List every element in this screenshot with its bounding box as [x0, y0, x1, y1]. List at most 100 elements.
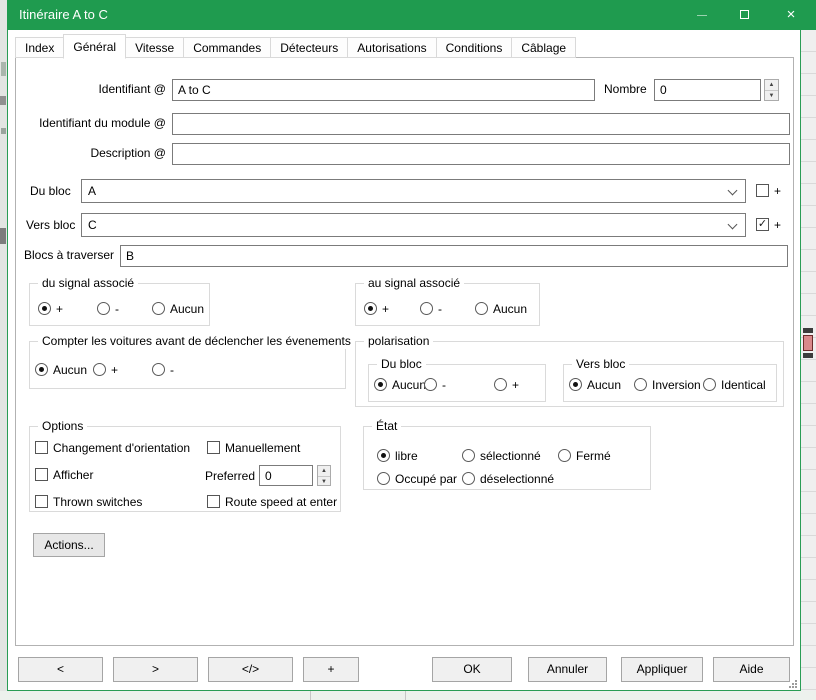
- annuler-button[interactable]: Annuler: [528, 657, 607, 682]
- radio-icon: [424, 378, 437, 391]
- actions-button[interactable]: Actions...: [33, 533, 105, 557]
- resize-grip[interactable]: [789, 680, 797, 688]
- radio-etat-occupe-par[interactable]: Occupé par: [377, 471, 457, 486]
- checkbox-label: Afficher: [53, 468, 93, 482]
- titlebar[interactable]: Itinéraire A to C ×: [7, 0, 816, 30]
- radio-selected-icon: [38, 302, 51, 315]
- radio-label: +: [512, 378, 519, 392]
- tab-cablage[interactable]: Câblage: [511, 37, 576, 58]
- radio-du-signal-minus[interactable]: -: [97, 301, 119, 316]
- nombre-spinner[interactable]: ▲▼: [764, 79, 779, 101]
- background-window-right-sliver: [801, 30, 816, 691]
- radio-label: +: [382, 302, 389, 316]
- radio-etat-selectionne[interactable]: sélectionné: [462, 448, 541, 463]
- group-compter: Compter les voitures avant de déclencher…: [29, 341, 346, 389]
- radio-etat-libre[interactable]: libre: [377, 448, 418, 463]
- minimize-button[interactable]: [682, 0, 722, 30]
- radio-du-signal-plus[interactable]: +: [38, 301, 63, 316]
- maximize-button[interactable]: [724, 0, 764, 30]
- radio-selected-icon: [35, 363, 48, 376]
- tab-conditions[interactable]: Conditions: [436, 37, 513, 58]
- tab-general[interactable]: Général: [63, 34, 126, 59]
- nav-add-button[interactable]: +: [303, 657, 359, 682]
- nav-prev-button[interactable]: <: [18, 657, 103, 682]
- radio-au-signal-minus[interactable]: -: [420, 301, 442, 316]
- radio-polar-vers-aucun[interactable]: Aucun: [569, 377, 621, 392]
- group-polarisation: polarisation Du bloc Aucun - +: [355, 341, 784, 407]
- checkbox-label: Thrown switches: [53, 495, 142, 509]
- radio-polar-du-minus[interactable]: -: [424, 377, 446, 392]
- radio-etat-deselectionne[interactable]: déselectionné: [462, 471, 554, 486]
- background-window-left-sliver: [0, 0, 7, 700]
- tab-detecteurs[interactable]: Détecteurs: [270, 37, 348, 58]
- checkbox-icon: [35, 495, 48, 508]
- resize-grip-dots: [792, 683, 794, 685]
- checkbox-afficher[interactable]: Afficher: [35, 467, 93, 482]
- close-icon: ×: [787, 6, 796, 23]
- identifiant-input[interactable]: [172, 79, 595, 101]
- nav-code-button[interactable]: </>: [208, 657, 293, 682]
- radio-icon: [377, 472, 390, 485]
- background-divider: [310, 691, 311, 700]
- chevron-down-icon: [728, 186, 738, 196]
- du-bloc-combobox[interactable]: A: [81, 179, 746, 203]
- preferred-input[interactable]: [259, 465, 313, 486]
- checkbox-changement-orientation[interactable]: Changement d'orientation: [35, 440, 190, 455]
- radio-selected-icon: [364, 302, 377, 315]
- vers-bloc-combobox[interactable]: C: [81, 213, 746, 237]
- tab-commandes[interactable]: Commandes: [183, 37, 271, 58]
- vers-bloc-plus-checkbox[interactable]: +: [756, 217, 781, 232]
- radio-polar-vers-inversion[interactable]: Inversion: [634, 377, 701, 392]
- vers-bloc-label: Vers bloc: [26, 218, 75, 233]
- tab-index[interactable]: Index: [15, 37, 64, 58]
- preferred-spinner[interactable]: ▲▼: [317, 465, 331, 486]
- du-bloc-plus-checkbox[interactable]: +: [756, 183, 781, 198]
- close-button[interactable]: ×: [769, 0, 813, 30]
- radio-polar-du-plus[interactable]: +: [494, 377, 519, 392]
- radio-compter-aucun[interactable]: Aucun: [35, 362, 87, 377]
- nombre-input[interactable]: [654, 79, 761, 101]
- tab-vitesse[interactable]: Vitesse: [125, 37, 184, 58]
- radio-compter-plus[interactable]: +: [93, 362, 118, 377]
- spinner-down-icon[interactable]: ▼: [765, 91, 778, 101]
- description-input[interactable]: [172, 143, 790, 165]
- blocs-a-traverser-input[interactable]: [120, 245, 788, 267]
- group-options-legend: Options: [38, 419, 87, 434]
- tab-autorisations[interactable]: Autorisations: [347, 37, 436, 58]
- tab-bar: Index Général Vitesse Commandes Détecteu…: [15, 33, 575, 58]
- checkbox-manuellement[interactable]: Manuellement: [207, 440, 300, 455]
- dialog-itineraire: Index Général Vitesse Commandes Détecteu…: [7, 30, 801, 691]
- radio-polar-vers-identical[interactable]: Identical: [703, 377, 766, 392]
- minimize-icon: [697, 15, 707, 16]
- radio-label: Aucun: [493, 302, 527, 316]
- checkbox-thrown-switches[interactable]: Thrown switches: [35, 494, 142, 509]
- du-bloc-plus-label: +: [774, 184, 781, 198]
- spinner-up-icon[interactable]: ▲: [765, 80, 778, 91]
- checkbox-route-speed[interactable]: Route speed at enter: [207, 494, 337, 509]
- radio-au-signal-aucun[interactable]: Aucun: [475, 301, 527, 316]
- spinner-down-icon[interactable]: ▼: [318, 477, 330, 487]
- radio-etat-ferme[interactable]: Fermé: [558, 448, 611, 463]
- radio-label: -: [115, 302, 119, 316]
- ok-button[interactable]: OK: [432, 657, 512, 682]
- background-fragment: [0, 96, 6, 105]
- spinner-up-icon[interactable]: ▲: [318, 466, 330, 477]
- radio-polar-du-aucun[interactable]: Aucun: [374, 377, 426, 392]
- appliquer-button[interactable]: Appliquer: [621, 657, 703, 682]
- radio-au-signal-plus[interactable]: +: [364, 301, 389, 316]
- screen: Itinéraire A to C × Index Général Vitess…: [0, 0, 816, 700]
- radio-compter-minus[interactable]: -: [152, 362, 174, 377]
- module-input[interactable]: [172, 113, 790, 135]
- radio-selected-icon: [569, 378, 582, 391]
- radio-du-signal-aucun[interactable]: Aucun: [152, 301, 204, 316]
- aide-button[interactable]: Aide: [713, 657, 790, 682]
- identifiant-label: Identifiant @: [16, 82, 166, 97]
- checkbox-icon: [207, 441, 220, 454]
- radio-icon: [420, 302, 433, 315]
- radio-icon: [558, 449, 571, 462]
- radio-label: Aucun: [53, 363, 87, 377]
- group-compter-legend: Compter les voitures avant de déclencher…: [38, 334, 355, 349]
- radio-label: -: [442, 378, 446, 392]
- group-etat: État libre sélectionné Fermé Occupé par: [363, 426, 651, 490]
- nav-next-button[interactable]: >: [113, 657, 198, 682]
